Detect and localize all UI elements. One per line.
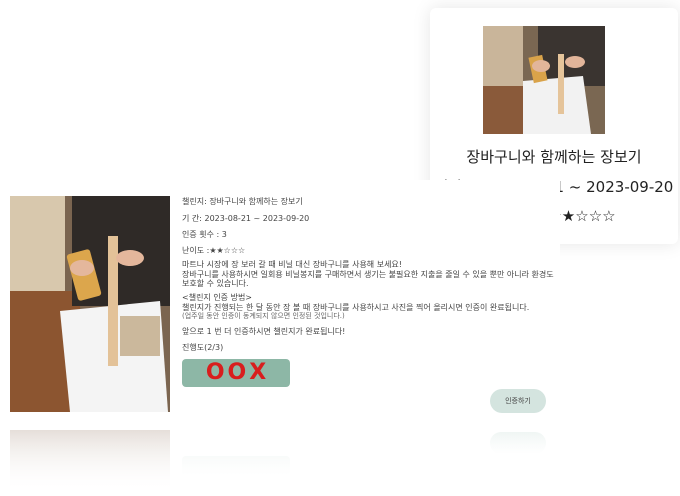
verify-count: 인증 횟수 : 3 — [182, 230, 227, 239]
progress-label: 진행도(2/3) — [182, 343, 224, 352]
verify-method: <챌린지 인증 방법> 챌린지가 진행되는 한 달 동안 장 볼 때 장바구니를… — [182, 293, 529, 322]
stamp-success-icon: O — [205, 360, 225, 385]
verify-button[interactable]: 인증하기 — [490, 389, 546, 413]
description-line: 장바구니를 사용하시면 일회용 비닐봉지를 구매하면서 생기는 불필요한 지출을… — [182, 269, 554, 279]
method-note: (업주일 동안 인증이 동계되지 않으면 인정된 것입니다.) — [182, 312, 345, 320]
card-reflection — [0, 430, 680, 496]
stamp-fail-icon: X — [249, 360, 267, 385]
description-line: 보호할 수 있습니다. — [182, 279, 249, 288]
stamp-success-icon: O — [227, 360, 247, 385]
detail-basket-photo — [10, 196, 170, 412]
method-heading: <챌린지 인증 방법> — [182, 293, 253, 302]
preview-title: 장바구니와 함께하는 장보기 — [466, 148, 642, 166]
difficulty: 난이도 :★★☆☆☆ — [182, 246, 246, 255]
remaining-message: 앞으로 1 번 더 인증하시면 챌린지가 완료됩니다! — [182, 327, 346, 336]
method-line: 챌린지가 진행되는 한 달 동안 장 볼 때 장바구니를 사용하시고 사진을 찍… — [182, 302, 530, 312]
description-line: 마트나 시장에 장 보러 갈 때 비닐 대신 장바구니를 사용해 보세요! — [182, 260, 402, 269]
progress-stamps: O O X — [182, 359, 290, 387]
challenge-name: 챌린지: 장바구니와 함께하는 장보기 — [182, 197, 303, 206]
challenge-period: 기 간: 2023-08-21 ~ 2023-09-20 — [182, 214, 310, 223]
reflection-fade — [0, 430, 680, 496]
description: 마트나 시장에 장 보러 갈 때 비닐 대신 장바구니를 사용해 보세요! 장바… — [182, 260, 554, 289]
preview-basket-photo — [483, 26, 605, 134]
